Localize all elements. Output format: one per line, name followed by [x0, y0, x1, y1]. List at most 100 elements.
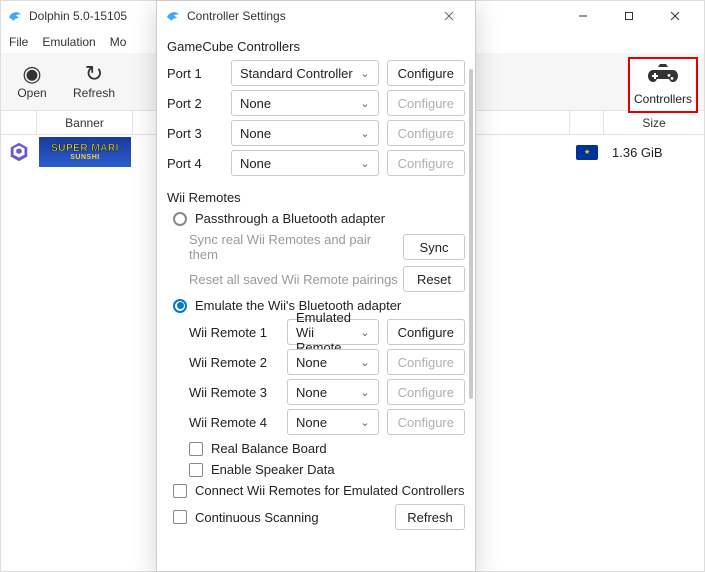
gc-port4-label: Port 4 — [167, 156, 223, 171]
wiimote4-select[interactable]: None⌄ — [287, 409, 379, 435]
col-size[interactable]: Size — [604, 111, 704, 134]
chevron-down-icon: ⌄ — [360, 416, 369, 429]
checkbox-icon — [189, 463, 203, 477]
gc-port1-configure-button[interactable]: Configure — [387, 60, 465, 86]
sync-button[interactable]: Sync — [403, 234, 465, 260]
connect-wiimotes-check-row[interactable]: Connect Wii Remotes for Emulated Control… — [173, 483, 465, 498]
wiimote3-configure-button: Configure — [387, 379, 465, 405]
reset-desc: Reset all saved Wii Remote pairings — [189, 272, 398, 287]
gc-port4-select[interactable]: None⌄ — [231, 150, 379, 176]
checkbox-icon — [173, 484, 187, 498]
controllers-button[interactable]: Controllers — [628, 57, 698, 113]
gc-port-row: Port 1 Standard Controller⌄ Configure — [167, 60, 465, 86]
wiimote-row: Wii Remote 3 None⌄ Configure — [189, 379, 465, 405]
maximize-icon — [624, 11, 634, 21]
radio-icon — [173, 212, 187, 226]
open-button[interactable]: ◉ Open — [1, 53, 63, 110]
banner-cell: SUPER MARI SUNSHI — [37, 135, 133, 169]
dialog-close-button[interactable] — [431, 1, 467, 31]
dialog-body: GameCube Controllers Port 1 Standard Con… — [157, 31, 475, 571]
reset-button[interactable]: Reset — [403, 266, 465, 292]
gc-port2-select[interactable]: None⌄ — [231, 90, 379, 116]
gamepad-icon — [647, 64, 679, 90]
eu-flag-icon — [576, 145, 598, 160]
menu-file[interactable]: File — [9, 35, 28, 49]
gc-port1-select[interactable]: Standard Controller⌄ — [231, 60, 379, 86]
balance-board-label: Real Balance Board — [211, 441, 327, 456]
passthrough-radio-label: Passthrough a Bluetooth adapter — [195, 211, 385, 226]
gc-port-row: Port 2 None⌄ Configure — [167, 90, 465, 116]
wiimote2-label: Wii Remote 2 — [189, 355, 279, 370]
gc-section-title: GameCube Controllers — [167, 39, 465, 54]
chevron-down-icon: ⌄ — [360, 127, 369, 140]
minimize-icon — [578, 11, 588, 21]
gamecube-icon — [8, 141, 30, 163]
wiimote4-label: Wii Remote 4 — [189, 415, 279, 430]
wiimote-row: Wii Remote 2 None⌄ Configure — [189, 349, 465, 375]
disc-icon: ◉ — [22, 63, 41, 85]
passthrough-radio-row[interactable]: Passthrough a Bluetooth adapter — [173, 211, 465, 226]
chevron-down-icon: ⌄ — [360, 97, 369, 110]
dialog-titlebar: Controller Settings — [157, 1, 475, 31]
sync-desc: Sync real Wii Remotes and pair them — [189, 232, 403, 262]
region-cell — [570, 135, 604, 169]
controller-settings-dialog: Controller Settings GameCube Controllers… — [156, 0, 476, 572]
wii-section-title: Wii Remotes — [167, 190, 465, 205]
continuous-scan-check-row[interactable]: Continuous Scanning — [173, 510, 319, 525]
wiimote2-configure-button: Configure — [387, 349, 465, 375]
refresh-icon: ↻ — [85, 63, 103, 85]
minimize-button[interactable] — [560, 1, 606, 31]
platform-cell — [1, 135, 37, 169]
gc-port3-configure-button: Configure — [387, 120, 465, 146]
open-label: Open — [17, 86, 46, 100]
refresh-label: Refresh — [73, 86, 115, 100]
gc-port1-label: Port 1 — [167, 66, 223, 81]
close-button[interactable] — [652, 1, 698, 31]
wiimote3-label: Wii Remote 3 — [189, 385, 279, 400]
continuous-scan-label: Continuous Scanning — [195, 510, 319, 525]
connect-wiimotes-label: Connect Wii Remotes for Emulated Control… — [195, 483, 465, 498]
col-platform[interactable] — [1, 111, 37, 134]
chevron-down-icon: ⌄ — [360, 326, 369, 339]
menu-movie-truncated[interactable]: Mo — [110, 35, 127, 49]
refresh-button[interactable]: ↻ Refresh — [63, 53, 125, 110]
wiimote3-select[interactable]: None⌄ — [287, 379, 379, 405]
game-banner: SUPER MARI SUNSHI — [39, 137, 131, 167]
continuous-scan-row: Continuous Scanning Refresh — [173, 504, 465, 530]
wiimote-refresh-button[interactable]: Refresh — [395, 504, 465, 530]
gc-port2-configure-button: Configure — [387, 90, 465, 116]
checkbox-icon — [189, 442, 203, 456]
sync-row: Sync real Wii Remotes and pair them Sync — [189, 232, 465, 262]
gc-port3-label: Port 3 — [167, 126, 223, 141]
main-window-title: Dolphin 5.0-15105 — [29, 9, 127, 23]
wiimote1-select[interactable]: Emulated Wii Remote⌄ — [287, 319, 379, 345]
maximize-button[interactable] — [606, 1, 652, 31]
wiimote1-label: Wii Remote 1 — [189, 325, 279, 340]
menu-emulation[interactable]: Emulation — [42, 35, 95, 49]
gc-port-row: Port 4 None⌄ Configure — [167, 150, 465, 176]
dialog-title: Controller Settings — [187, 9, 286, 23]
reset-row: Reset all saved Wii Remote pairings Rese… — [189, 266, 465, 292]
speaker-data-label: Enable Speaker Data — [211, 462, 335, 477]
wiimote1-configure-button[interactable]: Configure — [387, 319, 465, 345]
gc-port-row: Port 3 None⌄ Configure — [167, 120, 465, 146]
radio-icon — [173, 299, 187, 313]
speaker-data-check-row[interactable]: Enable Speaker Data — [189, 462, 465, 477]
size-cell: 1.36 GiB — [604, 135, 704, 169]
close-icon — [670, 11, 680, 21]
col-banner[interactable]: Banner — [37, 111, 133, 134]
checkbox-icon — [173, 510, 187, 524]
chevron-down-icon: ⌄ — [360, 157, 369, 170]
chevron-down-icon: ⌄ — [360, 356, 369, 369]
scrollbar-thumb[interactable] — [469, 69, 473, 399]
chevron-down-icon: ⌄ — [360, 67, 369, 80]
controllers-label: Controllers — [634, 92, 692, 106]
gc-port4-configure-button: Configure — [387, 150, 465, 176]
gc-port3-select[interactable]: None⌄ — [231, 120, 379, 146]
balance-board-check-row[interactable]: Real Balance Board — [189, 441, 465, 456]
chevron-down-icon: ⌄ — [360, 386, 369, 399]
wiimote-row: Wii Remote 4 None⌄ Configure — [189, 409, 465, 435]
wiimote2-select[interactable]: None⌄ — [287, 349, 379, 375]
col-region[interactable] — [570, 111, 604, 134]
close-icon — [444, 11, 454, 21]
